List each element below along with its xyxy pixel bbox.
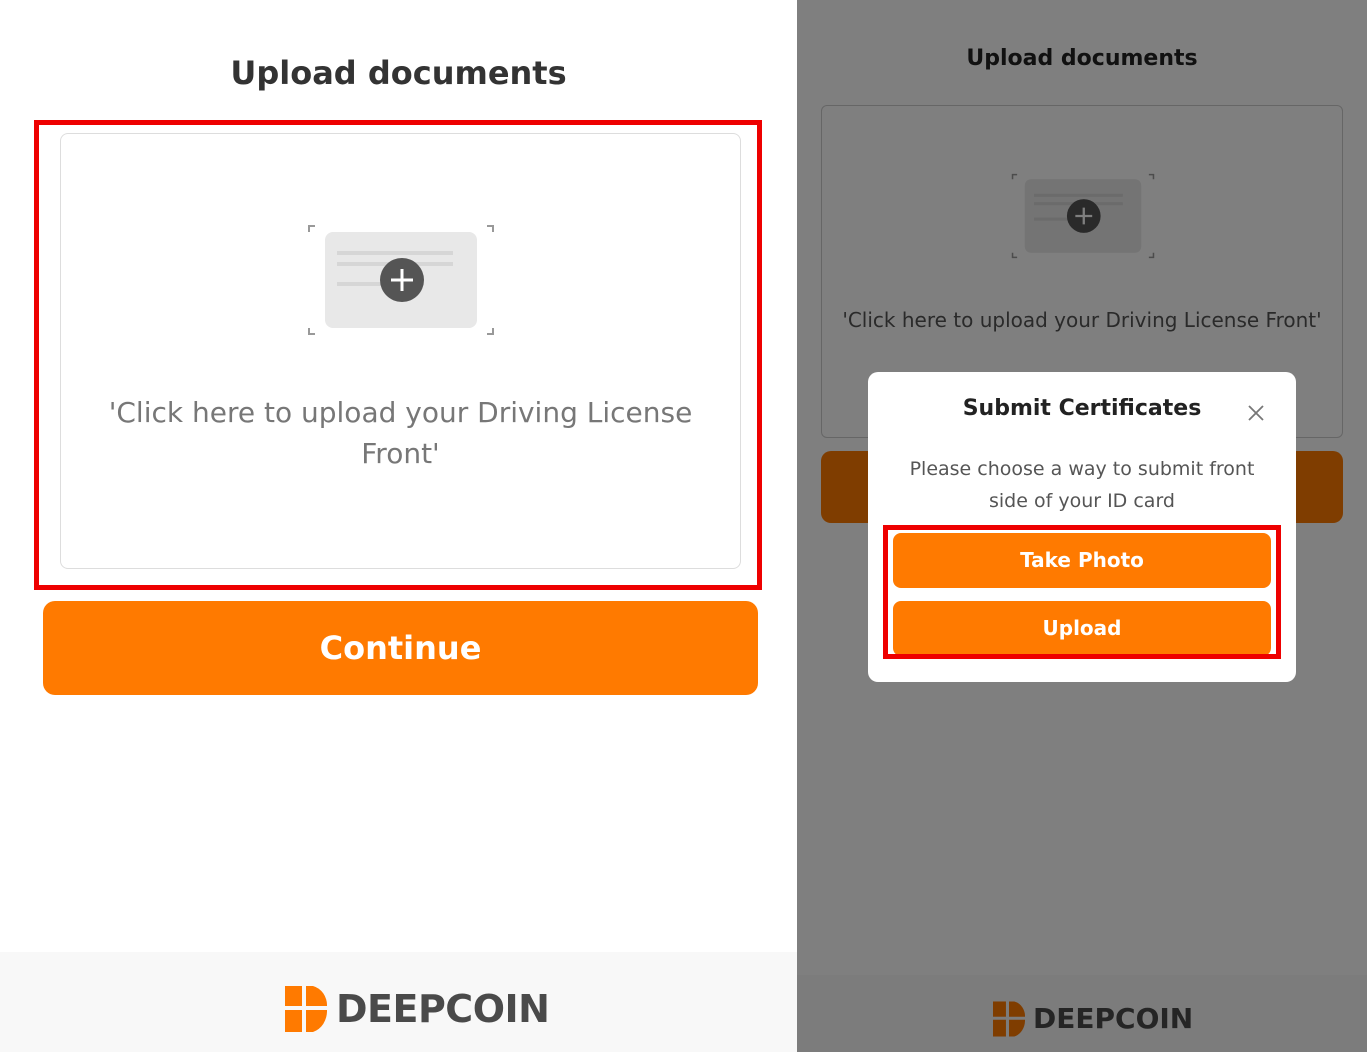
submit-certificates-dialog: Submit Certificates Please choose a way … [868, 372, 1296, 682]
dialog-description: Please choose a way to submit front side… [909, 458, 1255, 512]
dialog-title: Submit Certificates [962, 396, 1202, 421]
deepcoin-logo-icon [285, 986, 327, 1032]
page-title: Upload documents [230, 54, 567, 92]
brand-name: DEEPCOIN [336, 987, 550, 1031]
highlight-box [34, 120, 762, 590]
continue-button[interactable]: Continue [43, 601, 758, 695]
highlight-box [883, 525, 1281, 659]
right-screen: Upload documents 'Click here to upload y… [797, 0, 1367, 1052]
close-icon[interactable] [1246, 403, 1266, 423]
left-screen: Upload documents 'Click here to upload y… [0, 0, 797, 1052]
